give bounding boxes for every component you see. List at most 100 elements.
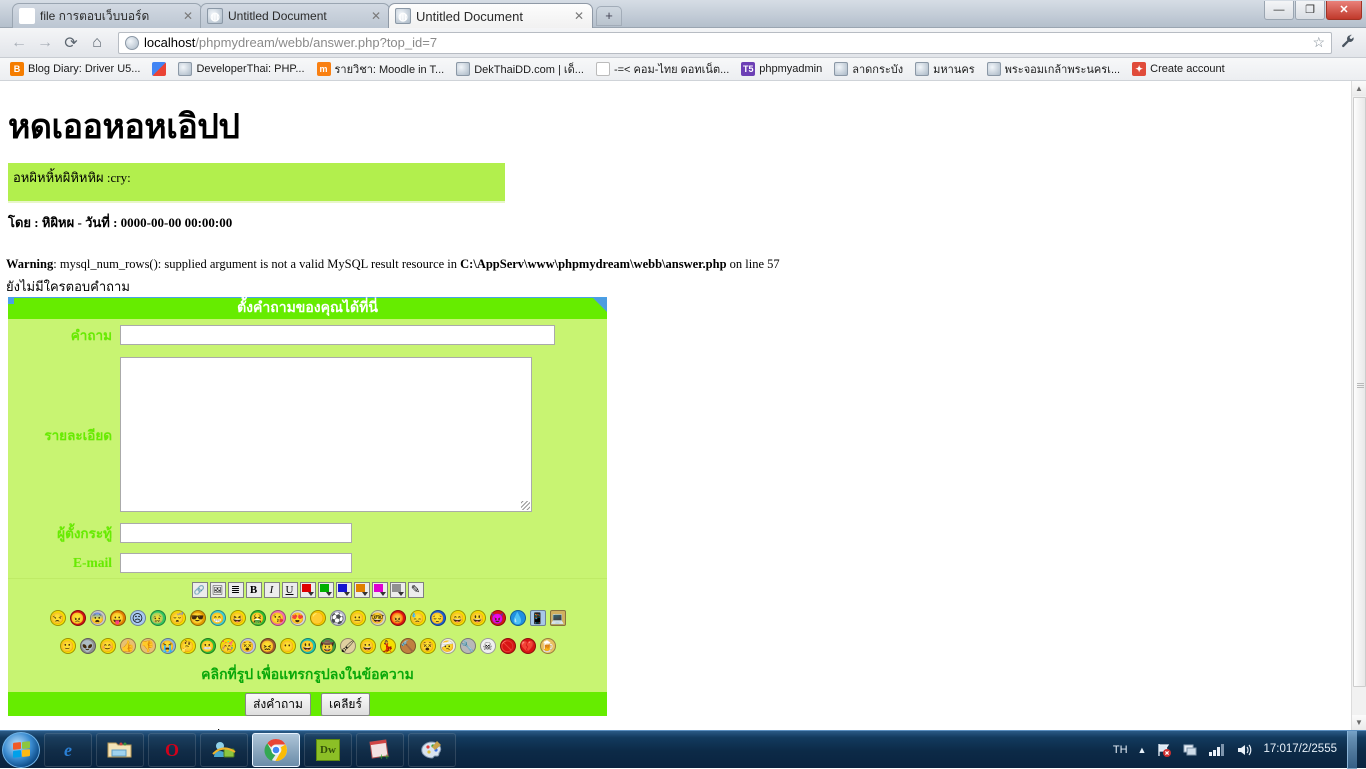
minimize-button[interactable]: — [1264, 1, 1294, 20]
close-button[interactable]: ✕ [1326, 1, 1362, 20]
opera-icon[interactable]: O [148, 732, 196, 767]
party-emoticon[interactable]: 🥳 [219, 638, 236, 654]
scrollbar-thumb[interactable] [1353, 97, 1366, 687]
teal-emoticon[interactable]: 😃 [299, 638, 316, 654]
color-orange-icon[interactable] [353, 581, 370, 598]
sweat-emoticon[interactable]: 😓 [409, 610, 426, 626]
clear-form-button[interactable]: เคลียร์ [320, 692, 370, 716]
scroll-down-arrow[interactable]: ▼ [1352, 715, 1366, 730]
plainyellow-emoticon[interactable]: 😶 [279, 638, 296, 654]
italic-icon[interactable]: I [263, 581, 280, 598]
address-bar[interactable]: localhost /phpmydream/webb/answer.php?to… [118, 31, 1332, 54]
browser-tab-1[interactable]: G file การตอบเว็บบอร์ด ✕ [12, 3, 202, 28]
internet-explorer-icon[interactable]: e [44, 732, 92, 767]
alien-emoticon[interactable]: 👽 [79, 638, 96, 654]
inlove-emoticon[interactable]: 😍 [289, 610, 306, 626]
angry-red-emoticon[interactable]: 😡 [389, 610, 406, 626]
skull-icon[interactable]: ☠ [479, 638, 496, 654]
pacman-emoticon[interactable]: 🟡 [309, 610, 326, 626]
insert-link-icon[interactable]: 🔗 [191, 581, 208, 598]
browser-tab-2[interactable]: ◍ Untitled Document ✕ [200, 3, 390, 28]
color-gray-icon[interactable] [389, 581, 406, 598]
resize-grip-icon[interactable] [521, 501, 530, 510]
greenmouth-emoticon[interactable]: 😬 [199, 638, 216, 654]
laugh-emoticon[interactable]: 😆 [229, 610, 246, 626]
color-magenta-icon[interactable] [371, 581, 388, 598]
think-emoticon[interactable]: 🤔 [179, 638, 196, 654]
rolleyes-emoticon[interactable]: 😒 [49, 610, 66, 626]
dancer-emoticon[interactable]: 💃 [379, 638, 396, 654]
blue-sad-emoticon[interactable]: 😔 [429, 610, 446, 626]
bandage-emoticon[interactable]: 🤕 [439, 638, 456, 654]
painter-emoticon[interactable]: 🖌 [339, 638, 356, 654]
action-center-flag-icon[interactable] [1156, 742, 1172, 758]
maximize-button[interactable]: ❐ [1295, 1, 1325, 20]
show-desktop-button[interactable] [1347, 730, 1357, 769]
language-indicator[interactable]: TH [1113, 744, 1128, 756]
taskbar-clock[interactable]: 17:01 7/2/2555 [1263, 743, 1337, 756]
nerd-emoticon[interactable]: 🤓 [369, 610, 386, 626]
bookmark-item[interactable]: m รายวิชา: Moodle in T... [311, 60, 451, 78]
insert-image-icon[interactable]: 🖼 [209, 581, 226, 598]
computer-icon[interactable]: 💻 [549, 610, 566, 626]
network-center-icon[interactable] [1182, 742, 1198, 758]
mad-emoticon[interactable]: 😠 [69, 610, 86, 626]
noentry-icon[interactable]: 🚫 [499, 638, 516, 654]
show-hidden-icons-arrow[interactable]: ▲ [1138, 745, 1147, 755]
tab-close-icon[interactable]: ✕ [572, 9, 586, 23]
bookmark-item[interactable]: ✦ Create account [1126, 62, 1231, 76]
hammer-emoticon[interactable]: 🔨 [399, 638, 416, 654]
bookmark-item[interactable]: B Blog Diary: Driver U5... [4, 62, 146, 76]
bold-icon[interactable]: B [245, 581, 262, 598]
blank-emoticon[interactable]: 😐 [349, 610, 366, 626]
page-scrollbar[interactable]: ▲ ▼ [1351, 81, 1366, 730]
color-blue-icon[interactable] [335, 581, 352, 598]
paint-icon[interactable] [408, 732, 456, 767]
bookmark-item[interactable] [146, 62, 172, 76]
reload-icon[interactable]: ⟳ [60, 33, 82, 53]
hammer2-icon[interactable]: 🔧 [459, 638, 476, 654]
scroll-up-arrow[interactable]: ▲ [1352, 81, 1366, 96]
color-green-icon[interactable] [317, 581, 334, 598]
submit-question-button[interactable]: ส่งคำถาม [245, 692, 311, 716]
mobile-phone-icon[interactable]: 📱 [529, 610, 546, 626]
shocked-emoticon[interactable]: 😨 [89, 610, 106, 626]
thumbsdown-icon[interactable]: 👎 [139, 638, 156, 654]
question-input[interactable] [120, 325, 555, 345]
color-red-icon[interactable] [299, 581, 316, 598]
smile-emoticon[interactable]: 🙂 [59, 638, 76, 654]
network-signal-icon[interactable] [1208, 743, 1226, 757]
file-explorer-icon[interactable] [96, 732, 144, 767]
dizzy-emoticon[interactable]: 😵 [239, 638, 256, 654]
bigyellow-emoticon[interactable]: 😀 [359, 638, 376, 654]
thumbsup-icon[interactable]: 👍 [119, 638, 136, 654]
email-input[interactable] [120, 553, 352, 573]
tab-close-icon[interactable]: ✕ [181, 9, 195, 23]
brokenheart-icon[interactable]: 💔 [519, 638, 536, 654]
volume-icon[interactable] [1236, 743, 1253, 757]
puke-emoticon[interactable]: 🤮 [249, 610, 266, 626]
windows-start-orb[interactable] [2, 731, 40, 768]
beer-icon[interactable]: 🍺 [539, 638, 556, 654]
bigsmile-emoticon[interactable]: 😃 [469, 610, 486, 626]
cowboy-emoticon[interactable]: 🤠 [319, 638, 336, 654]
tab-close-icon[interactable]: ✕ [369, 9, 383, 23]
insert-list-icon[interactable]: ≣ [227, 581, 244, 598]
brownface-emoticon[interactable]: 😖 [259, 638, 276, 654]
bookmark-item[interactable]: DeveloperThai: PHP... [172, 62, 310, 76]
home-icon[interactable]: ⌂ [86, 34, 108, 52]
new-tab-button[interactable]: + [596, 6, 622, 26]
google-chrome-icon[interactable] [252, 732, 300, 767]
author-input[interactable] [120, 523, 352, 543]
browser-tab-3-active[interactable]: ◍ Untitled Document ✕ [388, 3, 593, 28]
sad-emoticon[interactable]: ☹ [129, 610, 146, 626]
edit-pencil-icon[interactable]: ✎ [407, 581, 424, 598]
underline-icon[interactable]: U [281, 581, 298, 598]
notepadpp-icon[interactable]: ++ [356, 732, 404, 767]
bookmark-item[interactable]: พระจอมเกล้าพระนครเ... [981, 60, 1127, 78]
messenger-icon[interactable] [200, 732, 248, 767]
devil-emoticon[interactable]: 😈 [489, 610, 506, 626]
cool-emoticon[interactable]: 😎 [189, 610, 206, 626]
smile2-emoticon[interactable]: 😊 [99, 638, 116, 654]
droplet-emoticon[interactable]: 💧 [509, 610, 526, 626]
